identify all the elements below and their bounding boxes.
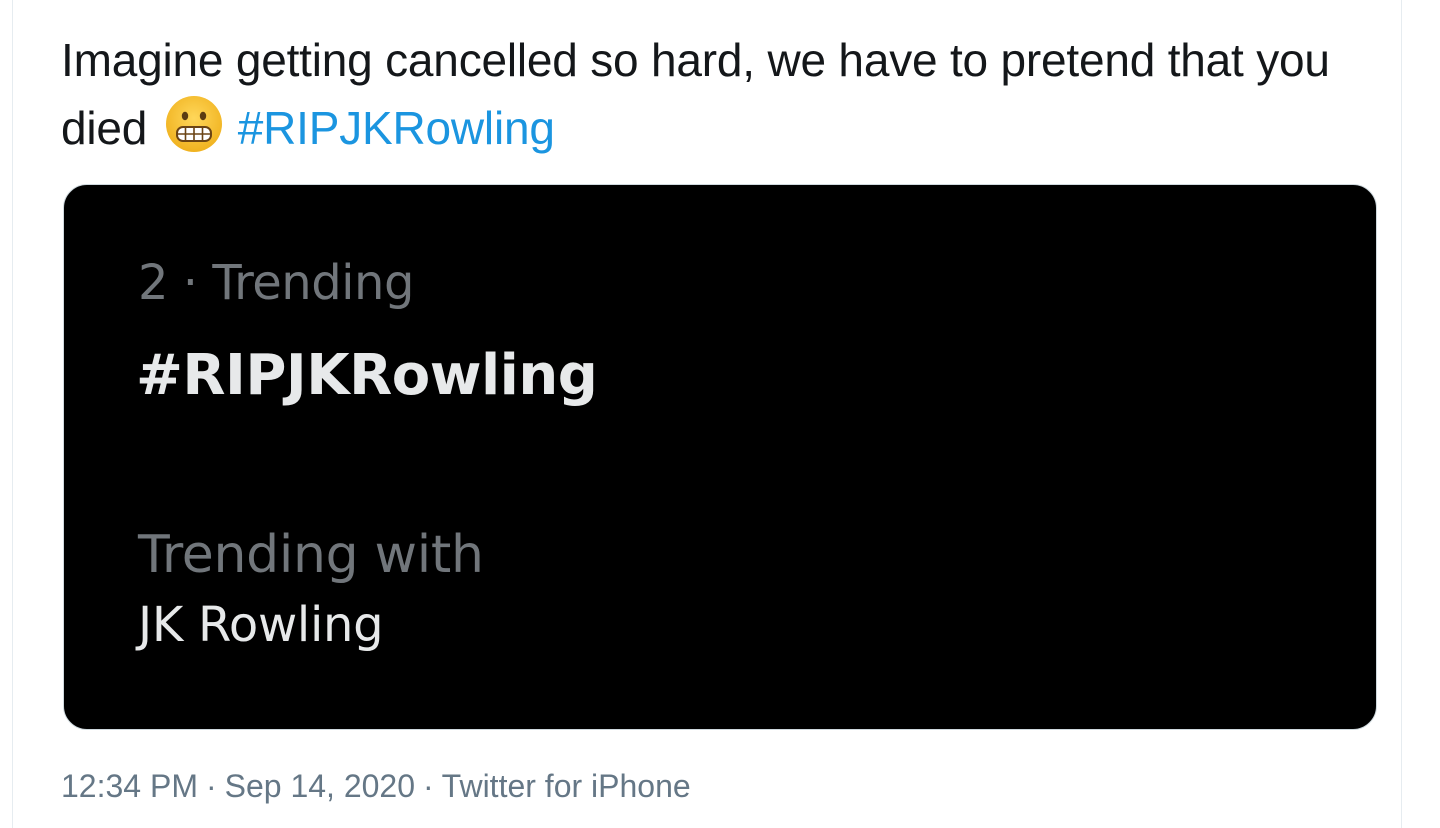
trend-topic: #RIPJKRowling (136, 343, 598, 408)
tweet-date-link[interactable]: Sep 14, 2020 (225, 768, 415, 804)
hashtag-link[interactable]: #RIPJKRowling (238, 102, 555, 154)
trending-screenshot-media[interactable]: 2 · Trending #RIPJKRowling Trending with… (63, 184, 1377, 730)
tweet-time-link[interactable]: 12:34 PM (61, 768, 198, 804)
tweet-text: Imagine getting cancelled so hard, we ha… (61, 26, 1361, 162)
meta-separator: · (423, 768, 434, 804)
tweet-source-link[interactable]: Twitter for iPhone (442, 768, 691, 804)
tweet-metadata: 12:34 PM · Sep 14, 2020 · Twitter for iPhone (61, 768, 691, 805)
trending-with-value: JK Rowling (138, 597, 384, 653)
trending-with-label: Trending with (138, 525, 484, 585)
trend-rank-label: 2 · Trending (138, 255, 414, 311)
grimacing-face-emoji-icon (164, 94, 224, 154)
tweet-container: Imagine getting cancelled so hard, we ha… (12, 0, 1402, 828)
meta-separator: · (205, 768, 217, 804)
